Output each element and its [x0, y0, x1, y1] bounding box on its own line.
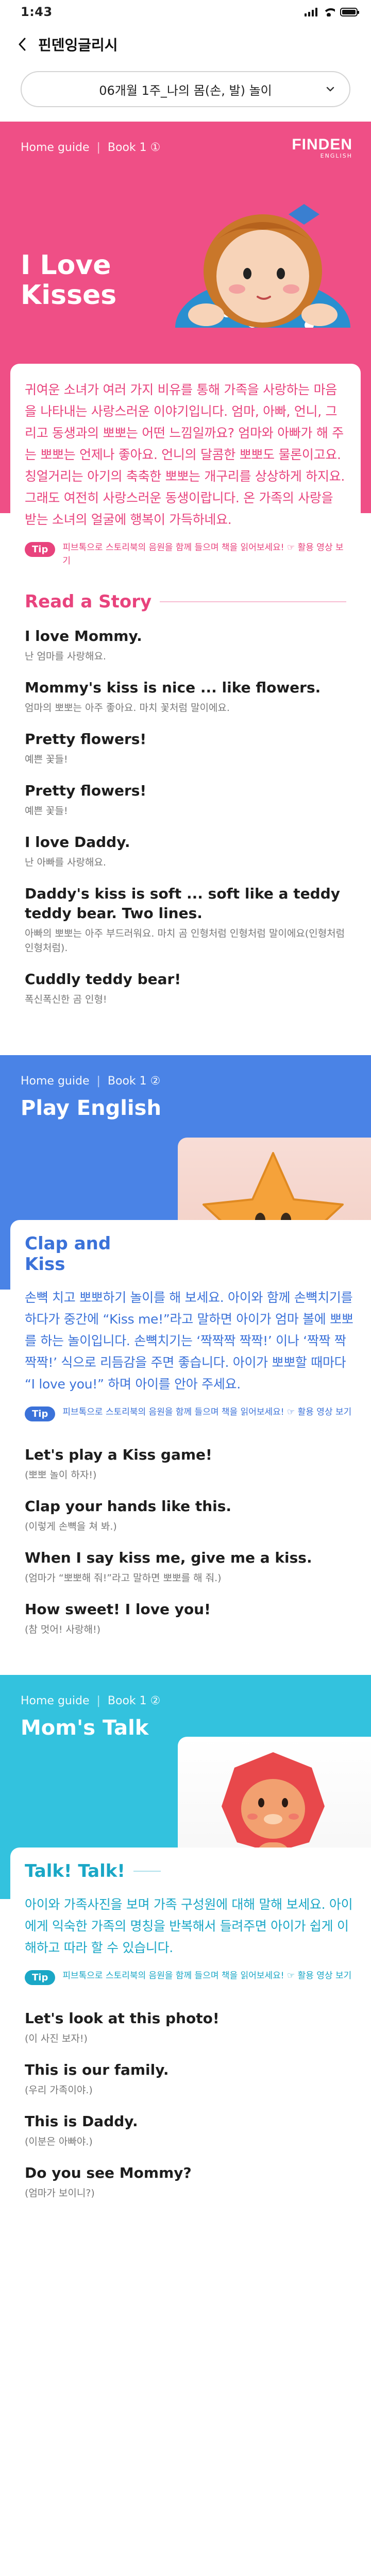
phrase-en: Let's play a Kiss game!: [25, 1446, 212, 1463]
phrase-item: Let's play a Kiss game! (뽀뽀 놀이 하자!): [10, 1438, 361, 1489]
story-card: 귀여운 소녀가 여러 가지 비유를 통해 가족을 사랑하는 마음을 나타내는 사…: [10, 364, 361, 579]
phrase-en: I love Daddy.: [25, 834, 130, 851]
back-icon[interactable]: [15, 38, 29, 51]
nav-bar: 핀덴잉글리시: [0, 24, 371, 65]
talk-card-wrap: Talk! Talk! 아이와 가족사진을 보며 가족 구성원에 대해 말해 보…: [0, 1848, 371, 1996]
phrase-ko: (이 사진 보자!): [25, 2033, 88, 2044]
guide-text: Home guide: [21, 141, 90, 154]
play-card: Clap and Kiss 손뼉 치고 뽀뽀하기 놀이를 해 보세요. 아이와 …: [10, 1220, 371, 1433]
phrase-ko: 난 아빠를 사랑해요.: [25, 857, 106, 868]
phrase-en: Let's look at this photo!: [25, 2010, 220, 2027]
phrase-item: Daddy's kiss is soft ... soft like a ted…: [10, 877, 361, 962]
chevron-down-icon: [326, 87, 334, 92]
phrase-item: Do you see Mommy? (엄마가 보이니?): [10, 2156, 361, 2208]
phrase-en: Pretty flowers!: [25, 782, 147, 799]
tip-text[interactable]: 피브톡으로 스토리북의 음원을 함께 들으며 책을 읽어보세요! ☞ 활용 영상…: [62, 1405, 351, 1419]
phrase-en: How sweet! I love you!: [25, 1601, 211, 1618]
tip-badge: Tip: [25, 1406, 56, 1421]
week-selector-wrap: 06개월 1주_나의 몸(손, 발) 놀이: [0, 65, 371, 122]
phrase-en: When I say kiss me, give me a kiss.: [25, 1549, 312, 1566]
talk-phrases: Let's look at this photo! (이 사진 보자!) This…: [0, 1996, 371, 2228]
talk-intro: 아이와 가족사진을 보며 가족 구성원에 대해 말해 보세요. 아이에게 익숙한…: [25, 1897, 353, 1955]
play-tip: Tip 피브톡으로 스토리북의 음원을 함께 들으며 책을 읽어보세요! ☞ 활…: [10, 1403, 371, 1433]
phrase-ko: (우리 가족이야.): [25, 2084, 93, 2096]
phrase-ko: 아빠의 뽀뽀는 아주 부드러워요. 마치 곰 인형처럼 인형처럼 말이에요(인형…: [25, 928, 345, 954]
battery-icon: [340, 7, 359, 16]
tip-badge: Tip: [25, 542, 56, 557]
phrase-en: Pretty flowers!: [25, 731, 147, 748]
book-text: Book 1 ②: [107, 1075, 161, 1088]
signal-icon: [305, 7, 317, 16]
phrase-ko: (엄마가 “뽀뽀해 줘!”라고 말하면 뽀뽀를 해 줘.): [25, 1572, 222, 1584]
guide-label: Home guide | Book 1 ②: [21, 1694, 161, 1707]
section-heading: Talk! Talk!: [10, 1848, 175, 1889]
talk-card: Talk! Talk! 아이와 가족사진을 보며 가족 구성원에 대해 말해 보…: [10, 1848, 371, 1996]
story-intro: 귀여운 소녀가 여러 가지 비유를 통해 가족을 사랑하는 마음을 나타내는 사…: [25, 382, 345, 527]
phrase-ko: (뽀뽀 놀이 하자!): [25, 1469, 97, 1481]
book-text: Book 1 ②: [107, 1694, 161, 1707]
phrase-en: This is our family.: [25, 2061, 169, 2078]
phrase-item: I love Daddy. 난 아빠를 사랑해요.: [10, 825, 361, 877]
phrase-en: This is Daddy.: [25, 2113, 138, 2130]
book-text: Book 1 ①: [107, 141, 161, 154]
phrase-ko: 예쁜 꽃들!: [25, 805, 68, 817]
hero-title: Mom's Talk: [21, 1716, 149, 1740]
play-card-wrap: Clap and Kiss 손뼉 치고 뽀뽀하기 놀이를 해 보세요. 아이와 …: [0, 1220, 371, 1433]
week-selector[interactable]: 06개월 1주_나의 몸(손, 발) 놀이: [21, 71, 350, 107]
girl-illustration: [134, 173, 371, 328]
phrase-ko: (엄마가 보이니?): [25, 2188, 95, 2199]
story-phrases: Read a Story I love Mommy. 난 엄마를 사랑해요. Mo…: [0, 579, 371, 1055]
phrase-item: This is our family. (우리 가족이야.): [10, 2053, 361, 2105]
phrase-item: Clap your hands like this. (이렇게 손뼉을 쳐 봐.): [10, 1489, 361, 1541]
phrase-en: Mommy's kiss is nice ... like flowers.: [25, 679, 321, 696]
wifi-icon: [323, 7, 335, 16]
tip-badge: Tip: [25, 1970, 56, 1985]
status-bar: 1:43: [0, 0, 371, 24]
phrase-ko: (이분은 아빠야.): [25, 2136, 93, 2147]
talk-tip: Tip 피브톡으로 스토리북의 음원을 함께 들으며 책을 읽어보세요! ☞ 활…: [10, 1967, 371, 1996]
phrase-ko: (참 멋어! 사랑해!): [25, 1624, 101, 1635]
phrase-item: Mommy's kiss is nice ... like flowers. 엄마…: [10, 671, 361, 722]
phrase-item: Let's look at this photo! (이 사진 보자!): [10, 2002, 361, 2053]
hero-title: I Love Kisses: [21, 250, 117, 311]
play-phrases: Let's play a Kiss game! (뽀뽀 놀이 하자!) Clap …: [0, 1433, 371, 1675]
phrase-ko: 폭신폭신한 곰 인형!: [25, 994, 107, 1005]
phrase-ko: 엄마의 뽀뽀는 아주 좋아요. 마치 꽃처럼 말이에요.: [25, 702, 230, 714]
guide-label: Home guide | Book 1 ①: [21, 141, 161, 154]
week-selector-value: 06개월 1주_나의 몸(손, 발) 놀이: [99, 83, 272, 98]
brand-logo: FINDEN ENGLISH: [292, 136, 352, 159]
phrase-item: This is Daddy. (이분은 아빠야.): [10, 2105, 361, 2156]
story-card-wrap: 귀여운 소녀가 여러 가지 비유를 통해 가족을 사랑하는 마음을 나타내는 사…: [0, 364, 371, 579]
play-intro: 손뼉 치고 뽀뽀하기 놀이를 해 보세요. 아이와 함께 손뼉치기를 하다가 중…: [25, 1290, 353, 1392]
phrase-item: How sweet! I love you! (참 멋어! 사랑해!): [10, 1592, 361, 1644]
phrase-item: Pretty flowers! 예쁜 꽃들!: [10, 774, 361, 825]
guide-label: Home guide | Book 1 ②: [21, 1075, 161, 1088]
tip-text[interactable]: 피브톡으로 스토리북의 음원을 함께 들으며 책을 읽어보세요! ☞ 활용 영상…: [62, 541, 346, 568]
phrase-ko: 난 엄마를 사랑해요.: [25, 651, 106, 662]
phrase-item: Cuddly teddy bear! 폭신폭신한 곰 인형!: [10, 962, 361, 1014]
guide-text: Home guide: [21, 1694, 90, 1707]
tip-text[interactable]: 피브톡으로 스토리북의 음원을 함께 들으며 책을 읽어보세요! ☞ 활용 영상…: [62, 1969, 351, 1982]
story-tip: Tip 피브톡으로 스토리북의 음원을 함께 들으며 책을 읽어보세요! ☞ 활…: [10, 539, 361, 579]
phrase-en: Cuddly teddy bear!: [25, 971, 181, 988]
phrase-ko: 예쁜 꽃들!: [25, 754, 68, 765]
page-title: 핀덴잉글리시: [38, 37, 118, 54]
phrase-en: Do you see Mommy?: [25, 2164, 192, 2181]
hero-title: Play English: [21, 1096, 161, 1120]
status-time: 1:43: [21, 5, 53, 19]
phrase-item: When I say kiss me, give me a kiss. (엄마가 …: [10, 1541, 361, 1592]
status-icons: [305, 7, 359, 16]
section-heading: Read a Story: [10, 584, 361, 619]
section-heading: Clap and Kiss: [10, 1220, 175, 1282]
phrase-ko: (이렇게 손뼉을 쳐 봐.): [25, 1521, 117, 1532]
phrase-item: Pretty flowers! 예쁜 꽃들!: [10, 722, 361, 774]
phrase-en: I love Mommy.: [25, 628, 142, 645]
guide-text: Home guide: [21, 1075, 90, 1088]
brand-name: FINDEN: [292, 136, 352, 153]
phrase-en: Clap your hands like this.: [25, 1498, 232, 1515]
phrase-en: Daddy's kiss is soft ... soft like a ted…: [25, 885, 341, 922]
phrase-item: I love Mommy. 난 엄마를 사랑해요.: [10, 619, 361, 671]
